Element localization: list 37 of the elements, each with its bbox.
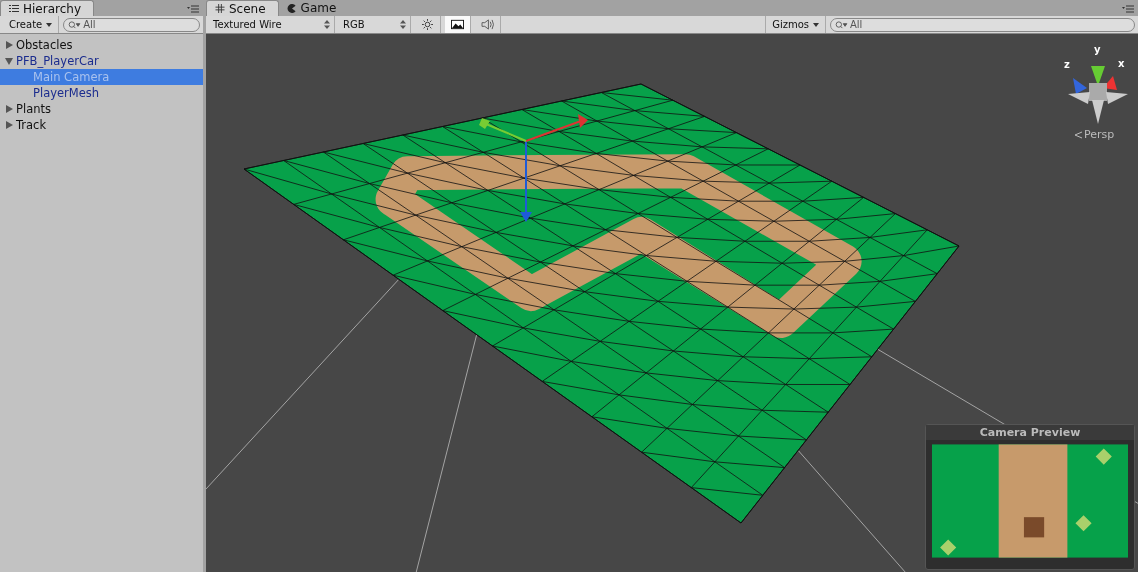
gizmos-dropdown[interactable]: Gizmos: [765, 16, 826, 33]
expanded-arrow-icon[interactable]: [5, 57, 13, 65]
render-mode-dropdown[interactable]: RGB: [339, 16, 411, 33]
hierarchy-tab[interactable]: Hierarchy: [0, 0, 94, 16]
y-axis-label: y: [1094, 44, 1101, 55]
collapsed-arrow-icon[interactable]: [5, 41, 13, 49]
draw-mode-dropdown[interactable]: Textured Wire: [209, 16, 335, 33]
hierarchy-item[interactable]: PFB_PlayerCar: [0, 53, 203, 69]
grid-icon: [215, 4, 225, 13]
create-dropdown[interactable]: Create: [3, 16, 60, 33]
up-down-arrows-icon: [400, 20, 406, 29]
speaker-icon: [481, 19, 494, 30]
view-tab[interactable]: Scene: [206, 0, 279, 16]
hierarchy-item[interactable]: PlayerMesh: [0, 85, 203, 101]
hierarchy-item[interactable]: Track: [0, 117, 203, 133]
camera-preview-title: Camera Preview: [926, 425, 1134, 440]
landscape-icon: [451, 19, 464, 30]
search-icon: [68, 20, 82, 29]
caret-icon: [813, 23, 819, 27]
list-icon: [9, 4, 19, 13]
panel-menu-icon[interactable]: [1122, 5, 1134, 13]
pacman-icon: [286, 3, 297, 13]
toggle-button[interactable]: [445, 16, 471, 33]
search-field[interactable]: All: [830, 17, 1135, 32]
projection-label[interactable]: Persp: [1084, 128, 1115, 141]
hierarchy-item[interactable]: Plants: [0, 101, 203, 117]
view-tab[interactable]: Game: [278, 0, 349, 16]
z-axis-label: z: [1064, 59, 1070, 70]
search-field[interactable]: All: [63, 17, 200, 32]
up-down-arrows-icon: [324, 20, 330, 29]
panel-menu-icon[interactable]: [187, 5, 199, 13]
sun-icon: [421, 19, 434, 30]
caret-icon: [46, 23, 53, 27]
search-icon: [835, 20, 848, 29]
chevron-icon: [1074, 131, 1082, 139]
x-axis-label: x: [1118, 58, 1125, 69]
hierarchy-item[interactable]: Obstacles: [0, 37, 203, 53]
